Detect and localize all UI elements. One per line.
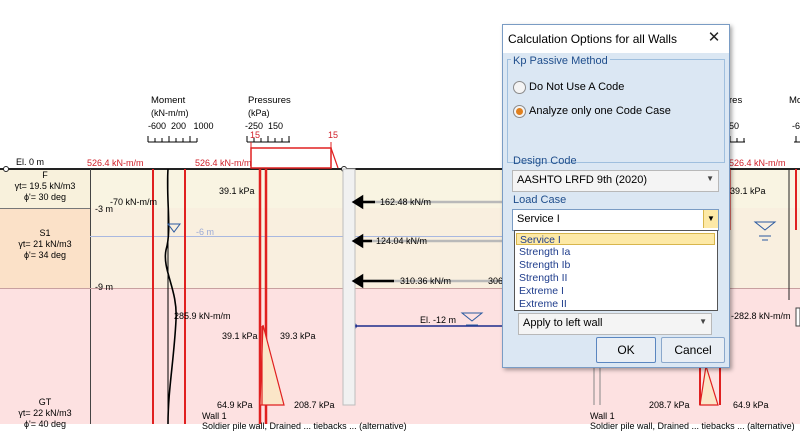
moment-label: -70 kN-m/m (110, 197, 157, 207)
kp-passive-group-title: Kp Passive Method (511, 55, 610, 67)
radio-label[interactable]: Do Not Use A Code (529, 81, 624, 93)
design-code-value: AASHTO LRFD 9th (2020) (517, 174, 648, 186)
chevron-down-icon: ▼ (699, 317, 707, 326)
anchor-force-label: 162.48 kN/m (380, 197, 432, 207)
load-case-select[interactable]: Service I ▼ (512, 209, 719, 231)
moment-label: 526.4 kN-m/m (87, 158, 144, 168)
radio-label[interactable]: Analyze only one Code Case (529, 105, 671, 117)
pressure-label: 64.9 kPa (217, 400, 253, 410)
wall-description: Soldier pile wall, Drained ... tiebacks … (590, 421, 795, 431)
load-case-option[interactable]: Extreme II (516, 298, 715, 310)
moment-label: 526.4 kN-m/m (195, 158, 252, 168)
load-case-option[interactable]: Service I (516, 233, 715, 246)
load-case-option[interactable]: Strength II (516, 272, 715, 284)
pressure-label: 208.7 kPa (649, 400, 690, 410)
load-case-label: Load Case (513, 194, 567, 206)
radio-do-not-use-code[interactable] (513, 81, 526, 94)
pressure-label: 39.1 kPa (222, 331, 258, 341)
pressure-label: 39.1 kPa (730, 186, 766, 196)
load-case-dropdown-list: Service I Strength Ia Strength Ib Streng… (514, 230, 718, 311)
moment-label: 285.9 kN-m/m (174, 311, 231, 321)
pressure-label: 39.3 kPa (280, 331, 316, 341)
design-code-select[interactable]: AASHTO LRFD 9th (2020) ▼ (512, 170, 719, 192)
load-case-value: Service I (517, 213, 560, 225)
load-case-option[interactable]: Strength Ia (516, 246, 715, 258)
wall-label: Wall 1 (590, 411, 615, 421)
anchor-force-label: 310.36 kN/m (400, 276, 452, 286)
chevron-down-icon[interactable]: ▼ (703, 210, 718, 228)
design-code-label: Design Code (513, 155, 577, 167)
wall-description: Soldier pile wall, Drained ... tiebacks … (202, 421, 407, 431)
chevron-down-icon: ▼ (706, 174, 714, 183)
wall-label: Wall 1 (202, 411, 227, 421)
pressure-label: 64.9 kPa (733, 400, 769, 410)
pressure-label: 39.1 kPa (219, 186, 255, 196)
moment-label: -282.8 kN-m/m (731, 311, 791, 321)
radio-analyze-one-code-case[interactable] (513, 105, 526, 118)
apply-to-select[interactable]: Apply to left wall ▼ (518, 313, 712, 335)
anchor-force-label: 124.04 kN/m (376, 236, 428, 246)
dialog-title: Calculation Options for all Walls (508, 32, 677, 46)
close-icon[interactable]: ✕ (705, 29, 723, 47)
cancel-button[interactable]: Cancel (661, 337, 725, 363)
ok-button[interactable]: OK (596, 337, 656, 363)
pressure-label: 208.7 kPa (294, 400, 335, 410)
anchor-force-label: 306 (488, 276, 504, 286)
moment-label: 526.4 kN-m/m (729, 158, 786, 168)
dialog-title-bar[interactable]: Calculation Options for all Walls ✕ (503, 25, 729, 53)
calculation-options-dialog: Calculation Options for all Walls ✕ Kp P… (502, 24, 730, 368)
load-case-option[interactable]: Strength Ib (516, 259, 715, 271)
apply-to-value: Apply to left wall (523, 317, 603, 329)
load-case-option[interactable]: Extreme I (516, 285, 715, 297)
